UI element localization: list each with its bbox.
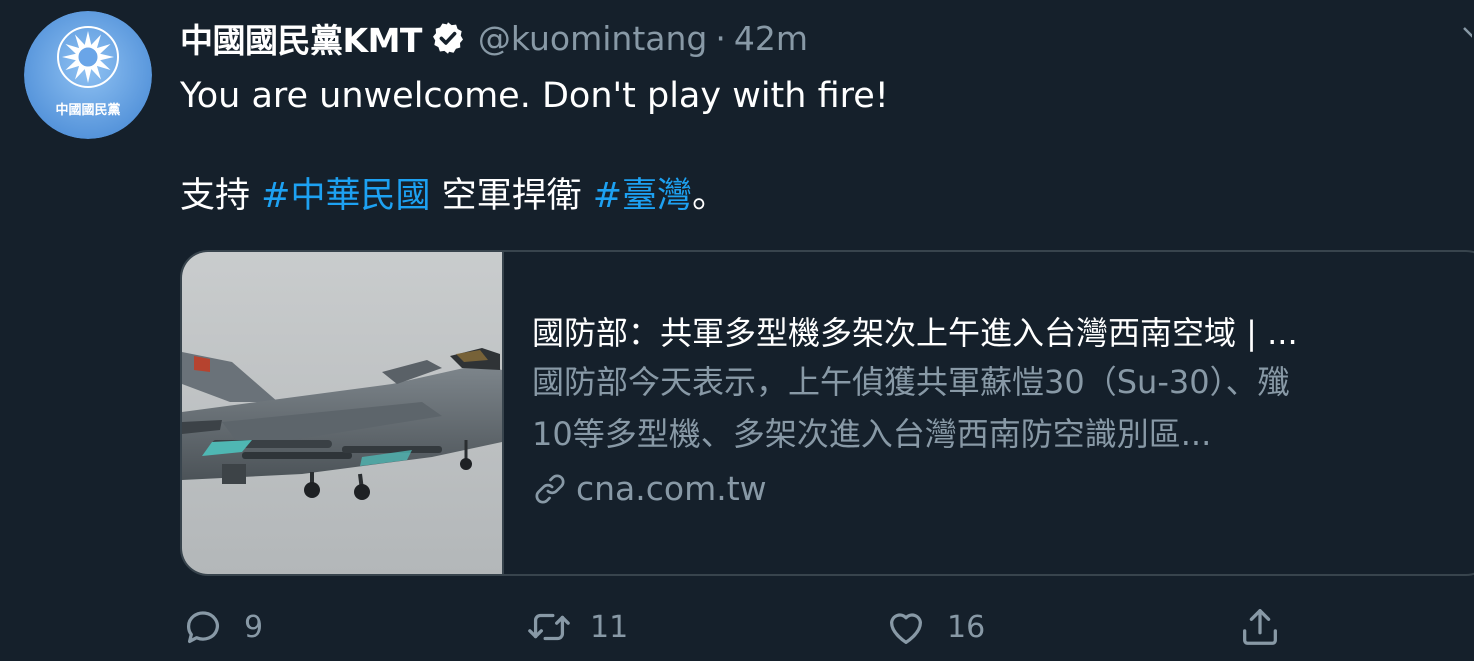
card-content[interactable]: 國防部：共軍多型機多架次上午進入台灣西南空域 | ... 國防部今天表示，上午偵… (504, 252, 1474, 574)
text-segment: 空軍捍衛 (430, 176, 593, 216)
reply-count: 9 (244, 609, 264, 645)
card-title[interactable]: 國防部：共軍多型機多架次上午進入台灣西南空域 | ... (532, 310, 1452, 356)
tweet[interactable]: 中國國民黨 中國國民黨KMT @kuomintang · 42m You are… (0, 0, 1474, 661)
chevron-down-icon (1463, 27, 1472, 38)
heart-icon (889, 613, 923, 644)
card-thumbnail[interactable] (182, 252, 504, 574)
card-domain: cna.com.tw (532, 466, 1474, 512)
retweet-count: 11 (590, 609, 629, 645)
tweet-header: 中國國民黨KMT @kuomintang · 42m (180, 15, 808, 61)
link-preview-card[interactable]: 國防部：共軍多型機多架次上午進入台灣西南空域 | ... 國防部今天表示，上午偵… (180, 250, 1474, 576)
display-name[interactable]: 中國國民黨KMT (180, 14, 422, 62)
card-description-line: 10等多型機、多架次進入台灣西南防空識別區... (532, 415, 1212, 453)
verified-badge-icon (432, 22, 463, 54)
card-description: 國防部今天表示，上午偵獲共軍蘇愷30（Su-30）、殲 10等多型機、多架次進入… (532, 356, 1472, 460)
share-icon (1243, 609, 1277, 645)
retweet-icon (528, 613, 570, 641)
tweet-text: You are unwelcome. Don't play with fire!… (180, 73, 1430, 219)
tweet-text-line-chinese: 支持 #中華民國 空軍捍衛 #臺灣。 (180, 173, 1430, 219)
username-handle[interactable]: @kuomintang (478, 19, 707, 58)
retweet-button[interactable]: 11 (526, 602, 628, 652)
card-description-line: 國防部今天表示，上午偵獲共軍蘇愷30（Su-30）、殲 (532, 363, 1290, 401)
avatar[interactable]: 中國國民黨 (24, 11, 152, 139)
share-button[interactable] (1237, 602, 1301, 652)
fighter-jet-image (182, 252, 502, 574)
hashtag-link[interactable]: #中華民國 (261, 176, 430, 216)
separator-dot: · (715, 18, 726, 58)
tweet-timestamp[interactable]: 42m (734, 19, 808, 58)
avatar-text: 中國國民黨 (55, 102, 120, 118)
tweet-actions: 9 11 16 (180, 602, 1290, 652)
tweet-text-line-english: You are unwelcome. Don't play with fire! (180, 76, 889, 116)
text-segment: 。 (692, 176, 728, 216)
like-button[interactable]: 16 (883, 602, 985, 652)
text-segment: 支持 (180, 176, 262, 216)
hashtag-link[interactable]: #臺灣 (593, 176, 692, 216)
card-domain-text: cna.com.tw (576, 469, 767, 508)
reply-icon (186, 611, 219, 644)
reply-button[interactable]: 9 (180, 602, 263, 652)
link-icon (535, 474, 565, 504)
kmt-emblem-icon: 中國國民黨 (24, 11, 152, 139)
like-count: 16 (947, 609, 986, 645)
more-options-button[interactable] (1462, 24, 1472, 38)
